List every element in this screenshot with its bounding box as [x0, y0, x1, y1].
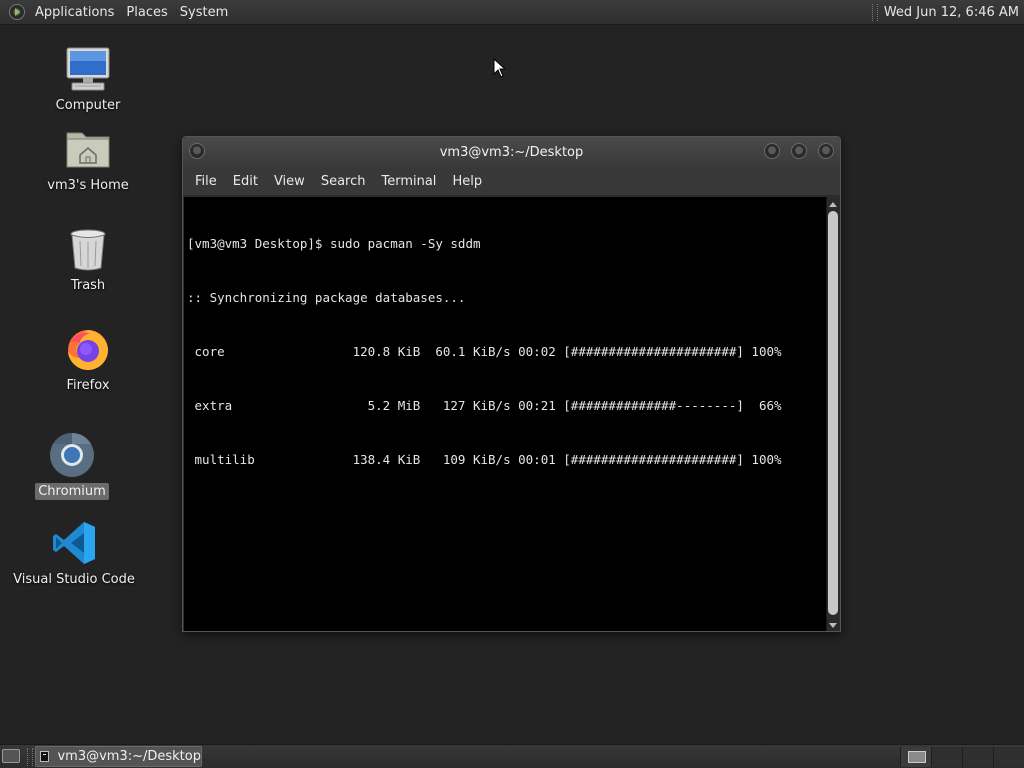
firefox-icon [68, 330, 108, 370]
terminal-menubar: File Edit View Search Terminal Help [183, 167, 840, 196]
scroll-down-arrow-icon[interactable] [829, 623, 837, 628]
desktop-icon-label: Visual Studio Code [13, 572, 135, 587]
menu-file[interactable]: File [187, 174, 225, 189]
maximize-button[interactable] [791, 143, 807, 159]
workspace-4[interactable] [993, 747, 1024, 767]
computer-icon [66, 47, 110, 91]
menu-terminal[interactable]: Terminal [373, 174, 444, 189]
desktop-icon-home[interactable]: vm3's Home [28, 125, 148, 194]
home-folder-icon [66, 132, 110, 168]
window-titlebar[interactable]: vm3@vm3:~/Desktop [183, 137, 840, 167]
window-title: vm3@vm3:~/Desktop [439, 144, 584, 160]
panel-separator [871, 3, 878, 21]
desktop-icon-vscode[interactable]: Visual Studio Code [13, 519, 135, 588]
vscode-icon [53, 522, 95, 564]
workspace-1[interactable] [900, 747, 931, 767]
scrollbar-thumb[interactable] [828, 211, 838, 615]
terminal-line: multilib 138.4 KiB 109 KiB/s 00:01 [####… [187, 452, 782, 467]
workspace-switcher[interactable] [900, 747, 1024, 767]
bottom-panel: vm3@vm3:~/Desktop [0, 744, 1024, 768]
desktop-icon-chromium[interactable]: Chromium [12, 431, 132, 500]
show-desktop-icon[interactable] [2, 749, 20, 763]
desktop-icon-label: Chromium [35, 483, 109, 500]
scroll-up-arrow-icon[interactable] [829, 202, 837, 207]
top-panel: Applications Places System Wed Jun 12, 6… [0, 0, 1024, 25]
minimize-button[interactable] [764, 143, 780, 159]
panel-separator [27, 748, 33, 766]
window-menu-button[interactable] [189, 143, 205, 159]
desktop-icon-label: Trash [70, 278, 106, 293]
clock[interactable]: Wed Jun 12, 6:46 AM [884, 5, 1024, 20]
menu-help[interactable]: Help [444, 174, 490, 189]
desktop-icon-label: vm3's Home [47, 178, 129, 193]
terminal-line: extra 5.2 MiB 127 KiB/s 00:21 [#########… [187, 398, 782, 413]
chromium-icon [50, 433, 94, 477]
workspace-3[interactable] [962, 747, 993, 767]
desktop-icon-firefox[interactable]: Firefox [28, 325, 148, 394]
terminal-line: :: Synchronizing package databases... [187, 290, 466, 305]
desktop-icon-label: Computer [55, 98, 121, 113]
terminal-output[interactable]: [vm3@vm3 Desktop]$ sudo pacman -Sy sddm … [184, 197, 826, 631]
terminal-icon [40, 751, 50, 762]
terminal-line: [vm3@vm3 Desktop]$ sudo pacman -Sy sddm [187, 236, 481, 251]
taskbar-button-label: vm3@vm3:~/Desktop [57, 749, 201, 764]
menu-view[interactable]: View [266, 174, 313, 189]
desktop-icon-computer[interactable]: Computer [28, 45, 148, 114]
menu-applications[interactable]: Applications [29, 5, 120, 20]
distro-logo-icon[interactable] [9, 4, 25, 20]
menu-system[interactable]: System [174, 5, 234, 20]
menu-edit[interactable]: Edit [225, 174, 266, 189]
terminal-line: core 120.8 KiB 60.1 KiB/s 00:02 [#######… [187, 344, 782, 359]
menu-search[interactable]: Search [313, 174, 374, 189]
desktop-icon-label: Firefox [66, 378, 110, 393]
trash-icon [70, 229, 106, 271]
workspace-2[interactable] [931, 747, 962, 767]
close-button[interactable] [818, 143, 834, 159]
taskbar-button-terminal[interactable]: vm3@vm3:~/Desktop [35, 746, 202, 767]
mouse-cursor-icon [493, 58, 505, 78]
terminal-window[interactable]: vm3@vm3:~/Desktop File Edit View Search … [182, 136, 841, 632]
terminal-scrollbar[interactable] [826, 197, 839, 631]
desktop-icon-trash[interactable]: Trash [28, 225, 148, 294]
menu-places[interactable]: Places [120, 5, 173, 20]
